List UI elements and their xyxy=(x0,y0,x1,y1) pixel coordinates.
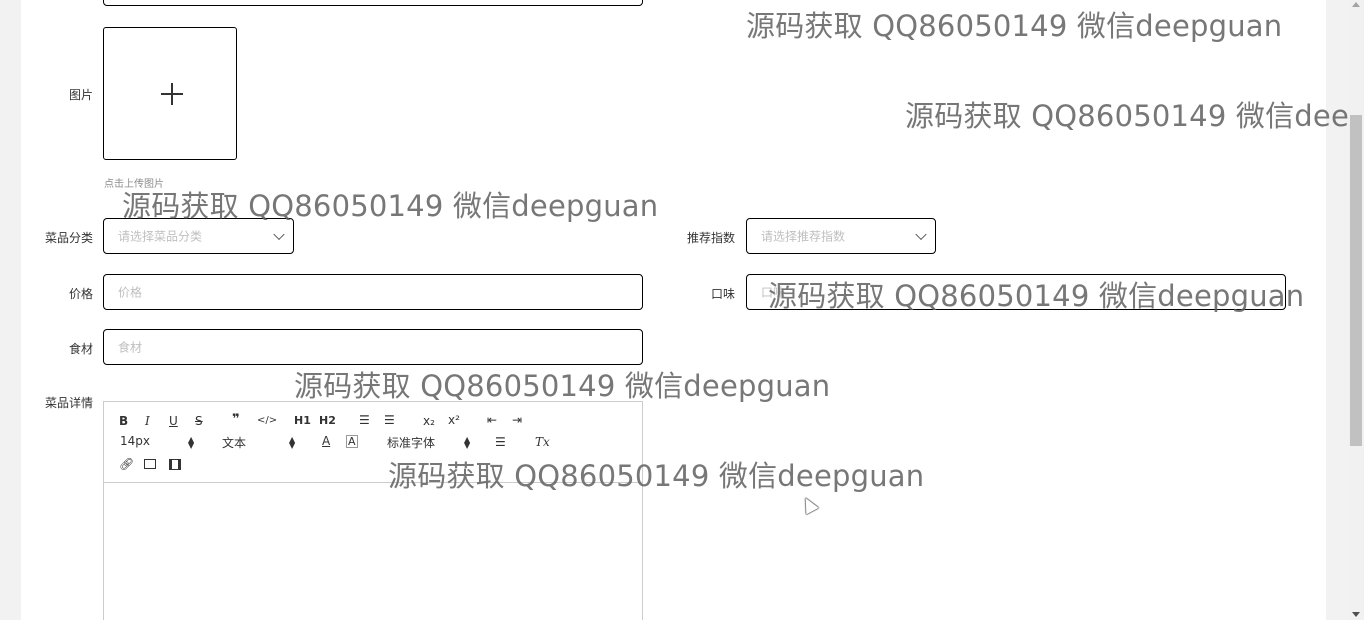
price-label: 价格 xyxy=(68,287,93,301)
updown-icon: ▲ ▼ xyxy=(464,435,471,450)
background-color-icon[interactable]: A xyxy=(346,435,358,448)
watermark: 源码获取 QQ86050149 微信deepguan xyxy=(905,99,1364,133)
watermark: 源码获取 QQ86050149 微信deepguan xyxy=(768,279,1305,313)
font-size-select[interactable]: 14px ▲ ▼ xyxy=(120,434,196,450)
font-color-icon[interactable]: A xyxy=(322,434,330,448)
chevron-down-icon xyxy=(273,228,285,241)
video-icon[interactable] xyxy=(169,459,181,470)
category-label: 菜品分类 xyxy=(44,231,93,245)
align-icon[interactable]: ☰ xyxy=(495,435,506,449)
italic-button[interactable]: I xyxy=(145,414,150,428)
updown-icon: ▲ ▼ xyxy=(188,435,195,450)
price-input[interactable]: 价格 xyxy=(103,274,643,310)
font-family-select[interactable]: 标准字体 ▲ ▼ xyxy=(387,434,472,451)
h1-button[interactable]: H1 xyxy=(294,414,311,428)
vertical-scrollbar[interactable] xyxy=(1348,0,1364,620)
code-block-button[interactable]: </> xyxy=(257,414,277,428)
top-field-partial[interactable] xyxy=(103,0,643,6)
recommend-label: 推荐指数 xyxy=(686,231,735,245)
ingredients-input[interactable]: 食材 xyxy=(103,329,643,365)
font-size-value: 14px xyxy=(120,434,150,448)
price-placeholder: 价格 xyxy=(118,285,143,300)
subscript-button[interactable]: x₂ xyxy=(423,414,435,428)
rich-text-editor: B I U S ❞ </> H1 H2 ☰ ☰ x₂ x² ⇤ ⇥ 14px ▲… xyxy=(103,401,643,620)
bold-button[interactable]: B xyxy=(119,414,128,428)
recommend-select[interactable]: 请选择推荐指数 xyxy=(746,218,936,254)
indent-icon[interactable]: ⇥ xyxy=(512,413,522,427)
font-family-value: 标准字体 xyxy=(387,436,436,450)
strike-button[interactable]: S xyxy=(195,414,203,428)
category-placeholder: 请选择菜品分类 xyxy=(118,229,203,244)
taste-label: 口味 xyxy=(710,287,735,301)
underline-button[interactable]: U xyxy=(169,414,178,428)
detail-label: 菜品详情 xyxy=(44,396,93,410)
image-uploader[interactable] xyxy=(103,27,237,160)
outdent-icon[interactable]: ⇤ xyxy=(487,413,497,427)
watermark: 源码获取 QQ86050149 微信deepguan xyxy=(122,189,659,223)
ordered-list-icon[interactable]: ☰ xyxy=(359,413,370,427)
recommend-placeholder: 请选择推荐指数 xyxy=(761,229,846,244)
scrollbar-thumb[interactable] xyxy=(1350,115,1362,446)
ingredients-label: 食材 xyxy=(68,342,93,356)
bullet-list-icon[interactable]: ☰ xyxy=(384,413,395,427)
image-label: 图片 xyxy=(68,88,93,102)
header-value: 文本 xyxy=(222,436,247,450)
updown-icon: ▲ ▼ xyxy=(289,435,296,450)
clear-format-button[interactable]: Tx xyxy=(535,435,550,449)
h2-button[interactable]: H2 xyxy=(319,414,336,428)
watermark: 源码获取 QQ86050149 微信deepguan xyxy=(388,459,925,493)
superscript-button[interactable]: x² xyxy=(448,413,460,427)
header-select[interactable]: 文本 ▲ ▼ xyxy=(222,434,298,451)
link-icon[interactable]: 🔗︎ xyxy=(119,457,134,471)
scroll-up-icon[interactable] xyxy=(1352,2,1360,7)
blockquote-button[interactable]: ❞ xyxy=(232,413,240,427)
ingredients-placeholder: 食材 xyxy=(118,340,143,355)
image-icon[interactable] xyxy=(144,459,156,469)
chevron-down-icon xyxy=(915,228,927,241)
watermark: 源码获取 QQ86050149 微信deepguan xyxy=(746,9,1283,43)
watermark: 源码获取 QQ86050149 微信deepguan xyxy=(294,369,831,403)
scroll-down-icon[interactable] xyxy=(1352,612,1360,617)
